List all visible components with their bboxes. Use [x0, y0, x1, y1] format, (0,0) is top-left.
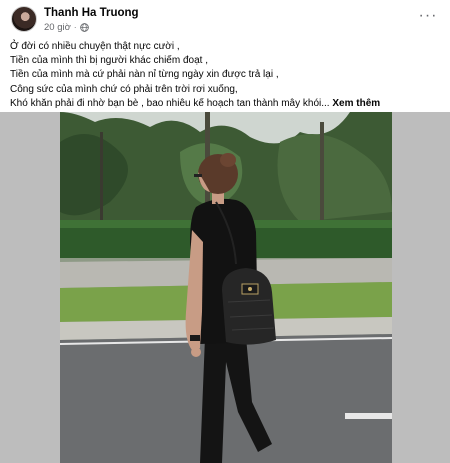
caption-line: Tiền của mình mà cứ phải nàn nỉ từng ngà…	[10, 69, 279, 81]
post-header: Thanh Ha Truong 20 giờ · ···	[0, 0, 450, 38]
caption-line: Ở đời có nhiều chuyện thật nực cười ,	[10, 41, 180, 52]
post-caption: Ở đời có nhiều chuyện thật nực cười , Ti…	[10, 40, 440, 111]
avatar[interactable]	[11, 6, 37, 32]
more-horizontal-icon: ···	[418, 7, 438, 24]
caption-line: Công sức của mình chứ có phải trên trời …	[10, 83, 238, 95]
globe-icon	[79, 23, 89, 32]
post-time[interactable]: 20 giờ	[44, 22, 71, 33]
post-video[interactable]	[0, 112, 450, 463]
caption-line: Tiền của mình thì bị người khác chiếm đo…	[10, 55, 208, 67]
video-frame	[0, 112, 450, 463]
more-options-button[interactable]: ···	[418, 8, 438, 28]
meta-separator: ·	[73, 23, 77, 32]
see-more-link[interactable]: Xem thêm	[332, 98, 380, 109]
caption-line-last: Khó khăn phải đi nhờ bạn bè , bao nhiêu …	[10, 97, 440, 111]
post-meta: 20 giờ ·	[44, 22, 89, 33]
author-name[interactable]: Thanh Ha Truong	[44, 7, 139, 19]
caption-line-text: Khó khăn phải đi nhờ bạn bè , bao nhiêu …	[10, 97, 330, 109]
